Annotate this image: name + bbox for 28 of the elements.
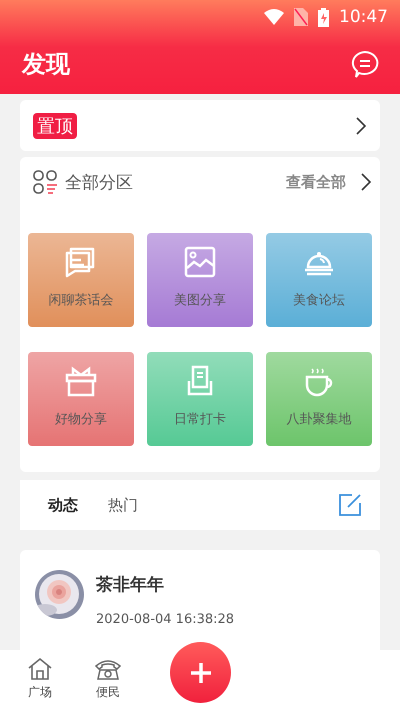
page-title: 发现 (22, 49, 70, 80)
edit-icon[interactable] (338, 493, 362, 517)
no-sim-icon (294, 8, 308, 26)
category-tile[interactable]: 好物分享 (28, 352, 134, 446)
feed-tab[interactable]: 热门 (108, 492, 138, 518)
post-time: 2020-08-04 16:38:28 (96, 612, 234, 627)
category-tile[interactable]: 八卦聚集地 (266, 352, 372, 446)
chat-bubble-icon[interactable] (350, 50, 380, 78)
pinned-tag: 置顶 (33, 112, 77, 138)
chevron-right-icon[interactable] (360, 172, 372, 192)
author-name: 茶非年年 (96, 574, 165, 596)
category-grid-icon (33, 170, 59, 194)
feed-tab[interactable]: 动态 (48, 492, 78, 518)
category-tile[interactable]: 美图分享 (147, 233, 253, 327)
section-title: 全部分区 (65, 172, 134, 194)
nav-item[interactable]: 便民 (80, 650, 136, 711)
nav-item[interactable]: 广场 (12, 650, 68, 711)
plus-icon (190, 662, 212, 684)
status-time: 10:47 (339, 7, 388, 27)
telephone-icon (94, 657, 122, 681)
category-tile[interactable]: 闲聊茶话会 (28, 233, 134, 327)
view-all-link[interactable]: 查看全部 (286, 172, 346, 192)
wifi-icon (264, 9, 284, 25)
battery-icon (318, 8, 329, 26)
category-tile[interactable]: 日常打卡 (147, 352, 253, 446)
category-tile[interactable]: 美食论坛 (266, 233, 372, 327)
house-icon (27, 657, 53, 681)
chevron-right-icon[interactable] (355, 116, 367, 136)
